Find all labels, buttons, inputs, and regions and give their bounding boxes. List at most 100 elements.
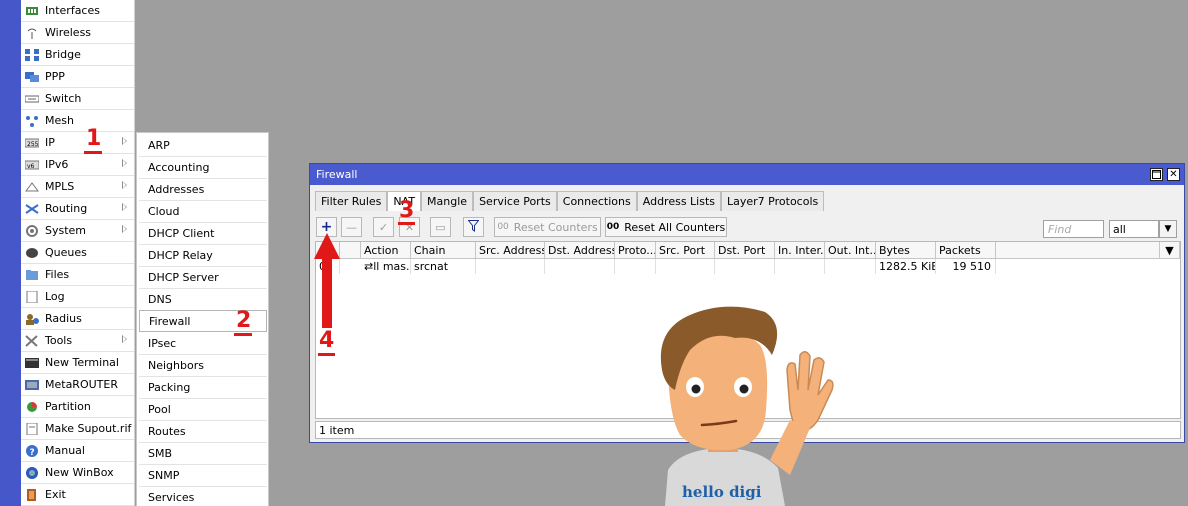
- mascot-shirt-text: hello digi: [682, 483, 762, 501]
- column-header-out-interface[interactable]: Out. Int...: [825, 242, 876, 259]
- filter-button[interactable]: [463, 217, 484, 237]
- menu-item-files[interactable]: Files: [21, 264, 134, 286]
- menu-item-bridge[interactable]: Bridge: [21, 44, 134, 66]
- manual-icon: ?: [25, 444, 39, 457]
- ipv6-icon: v6: [25, 159, 39, 171]
- column-header-packets[interactable]: Packets: [936, 242, 996, 259]
- tab-filter-rules[interactable]: Filter Rules: [315, 191, 388, 211]
- submenu-item-ipsec[interactable]: IPsec: [139, 333, 267, 355]
- submenu-arrow-icon: [122, 335, 127, 343]
- select-dropdown-button[interactable]: ▼: [1159, 220, 1177, 238]
- column-header-action[interactable]: Action: [361, 242, 411, 259]
- chevron-down-icon: ▼: [1165, 243, 1174, 257]
- menu-item-label: Exit: [45, 488, 66, 501]
- submenu-item-pool[interactable]: Pool: [139, 399, 267, 421]
- menu-item-label: Log: [45, 290, 65, 303]
- mesh-icon: [25, 115, 39, 127]
- submenu-item-label: SNMP: [148, 469, 180, 482]
- bridge-icon: [25, 48, 39, 61]
- column-header-filler: [996, 242, 1160, 259]
- step-3-underline: [398, 222, 415, 225]
- submenu-item-label: Neighbors: [148, 359, 204, 372]
- enable-button[interactable]: ✓: [373, 217, 394, 237]
- submenu-item-addresses[interactable]: Addresses: [139, 179, 267, 201]
- menu-item-make-supout[interactable]: Make Supout.rif: [21, 418, 134, 440]
- submenu-item-cloud[interactable]: Cloud: [139, 201, 267, 223]
- column-header-dst-address[interactable]: Dst. Address: [545, 242, 615, 259]
- column-header-protocol[interactable]: Proto...: [615, 242, 656, 259]
- menu-item-log[interactable]: Log: [21, 286, 134, 308]
- menu-item-system[interactable]: System: [21, 220, 134, 242]
- menu-item-mesh[interactable]: Mesh: [21, 110, 134, 132]
- menu-item-label: Manual: [45, 444, 85, 457]
- menu-item-mpls[interactable]: MPLS: [21, 176, 134, 198]
- submenu-item-neighbors[interactable]: Neighbors: [139, 355, 267, 377]
- column-header-dst-port[interactable]: Dst. Port: [715, 242, 775, 259]
- submenu-item-routes[interactable]: Routes: [139, 421, 267, 443]
- submenu-item-label: DNS: [148, 293, 172, 306]
- column-chooser-button[interactable]: ▼: [1160, 242, 1180, 259]
- cell-src-address: [476, 259, 545, 274]
- menu-item-wireless[interactable]: Wireless: [21, 22, 134, 44]
- tab-address-lists[interactable]: Address Lists: [636, 191, 722, 211]
- menu-item-metarouter[interactable]: MetaROUTER: [21, 374, 134, 396]
- menu-item-ppp[interactable]: PPP: [21, 66, 134, 88]
- firewall-title-bar[interactable]: Firewall: [310, 164, 1184, 185]
- menu-item-new-winbox[interactable]: New WinBox: [21, 462, 134, 484]
- find-input[interactable]: Find: [1043, 220, 1104, 238]
- submenu-item-label: Addresses: [148, 183, 205, 196]
- menu-item-label: MetaROUTER: [45, 378, 118, 391]
- menu-item-tools[interactable]: Tools: [21, 330, 134, 352]
- column-header-src-address[interactable]: Src. Address: [476, 242, 545, 259]
- submenu-item-arp[interactable]: ARP: [139, 135, 267, 157]
- menu-item-partition[interactable]: Partition: [21, 396, 134, 418]
- tab-layer7-protocols[interactable]: Layer7 Protocols: [721, 191, 825, 211]
- tools-icon: [25, 334, 39, 347]
- menu-item-switch[interactable]: Switch: [21, 88, 134, 110]
- menu-item-routing[interactable]: Routing: [21, 198, 134, 220]
- arrow-up-icon: [314, 233, 340, 328]
- menu-item-exit[interactable]: Exit: [21, 484, 134, 506]
- reset-all-counters-button[interactable]: 00 Reset All Counters: [605, 217, 727, 237]
- menu-item-radius[interactable]: Radius: [21, 308, 134, 330]
- submenu-item-snmp[interactable]: SNMP: [139, 465, 267, 487]
- column-header-src-port[interactable]: Src. Port: [656, 242, 715, 259]
- step-4-annotation: 4: [319, 328, 335, 353]
- close-button[interactable]: ✕: [1167, 168, 1180, 181]
- menu-item-interfaces[interactable]: Interfaces: [21, 0, 134, 22]
- menu-item-label: Tools: [45, 334, 73, 347]
- column-header-in-interface[interactable]: In. Inter...: [775, 242, 825, 259]
- submenu-item-smb[interactable]: SMB: [139, 443, 267, 465]
- step-3-annotation: 3: [399, 198, 415, 223]
- submenu-item-services[interactable]: Services: [139, 487, 267, 506]
- queues-icon: [25, 247, 39, 259]
- menu-item-new-terminal[interactable]: New Terminal: [21, 352, 134, 374]
- tab-connections[interactable]: Connections: [556, 191, 637, 211]
- remove-button[interactable]: —: [341, 217, 362, 237]
- metarouter-icon: [25, 379, 39, 391]
- menu-item-queues[interactable]: Queues: [21, 242, 134, 264]
- window-title: Firewall: [316, 168, 358, 181]
- filter-select[interactable]: all: [1109, 220, 1159, 238]
- submenu-item-label: Accounting: [148, 161, 210, 174]
- tab-mangle[interactable]: Mangle: [421, 191, 474, 211]
- tab-service-ports[interactable]: Service Ports: [473, 191, 557, 211]
- comment-button[interactable]: ▭: [430, 217, 451, 237]
- menu-item-label: Files: [45, 268, 70, 281]
- step-1-underline: [84, 151, 102, 154]
- column-header-bytes[interactable]: Bytes: [876, 242, 936, 259]
- maximize-button[interactable]: [1150, 168, 1163, 181]
- menu-item-ip[interactable]: 255 IP: [21, 132, 134, 154]
- submenu-item-dhcp-server[interactable]: DHCP Server: [139, 267, 267, 289]
- menu-item-manual[interactable]: ? Manual: [21, 440, 134, 462]
- submenu-item-packing[interactable]: Packing: [139, 377, 267, 399]
- column-header[interactable]: [340, 242, 361, 259]
- reset-counters-button[interactable]: 00 Reset Counters: [494, 217, 601, 237]
- submenu-item-accounting[interactable]: Accounting: [139, 157, 267, 179]
- cell-out-interface: [825, 259, 876, 274]
- submenu-item-dhcp-client[interactable]: DHCP Client: [139, 223, 267, 245]
- submenu-item-dhcp-relay[interactable]: DHCP Relay: [139, 245, 267, 267]
- left-strip: [0, 0, 21, 506]
- menu-item-ipv6[interactable]: v6 IPv6: [21, 154, 134, 176]
- column-header-chain[interactable]: Chain: [411, 242, 476, 259]
